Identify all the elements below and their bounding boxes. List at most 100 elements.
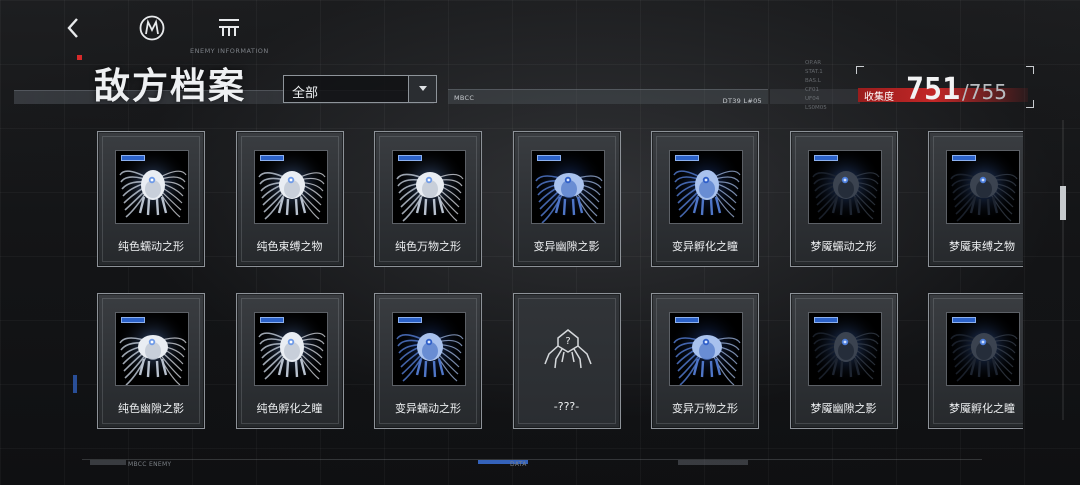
enemy-portrait: [392, 150, 466, 224]
enemy-creature-icon: [393, 313, 465, 385]
enemy-card[interactable]: 梦魇蠕动之形: [789, 131, 898, 267]
collection-label: 收集度: [864, 92, 894, 103]
footer-line: [82, 459, 982, 460]
enemy-name: 变异万物之形: [672, 402, 738, 415]
left-indicator: [73, 375, 77, 393]
rarity-tag: [675, 155, 699, 161]
enemy-card[interactable]: 纯色束缚之物: [235, 131, 344, 267]
menu-button[interactable]: [216, 16, 242, 40]
enemy-card[interactable]: ? -???-: [512, 293, 621, 429]
enemy-name: 纯色万物之形: [395, 240, 461, 253]
enemy-portrait: [669, 150, 743, 224]
rail-label-right: DT39 L#05: [722, 97, 762, 105]
enemy-name: 梦魇蠕动之形: [810, 240, 877, 253]
rarity-tag: [952, 317, 976, 323]
footer-block: [678, 460, 748, 465]
back-button[interactable]: [60, 14, 88, 42]
header-rail-middle: MBCC DT39 L#05: [448, 89, 768, 105]
enemy-creature-icon: [670, 313, 742, 385]
filter-dropdown[interactable]: 全部: [283, 75, 437, 103]
rarity-tag: [813, 155, 838, 161]
rarity-tag: [121, 317, 145, 323]
side-info-row: BAS.L: [805, 78, 821, 84]
enemy-card[interactable]: 变异蠕动之形: [374, 293, 482, 429]
logo-m-icon: [139, 15, 165, 41]
enemy-portrait: [530, 150, 605, 224]
unknown-enemy-icon: ?: [531, 312, 605, 386]
enemy-grid: 纯色蠕动之形 纯色束缚之物 纯色万物之形 变异幽隙之影 变异孵化之瞳 梦魇蠕动之形 梦魇束缚…: [97, 131, 1023, 431]
footer-block: [90, 460, 126, 465]
enemy-card[interactable]: 梦魇孵化之瞳: [928, 293, 1023, 429]
enemy-card[interactable]: 纯色幽隙之影: [97, 293, 205, 429]
enemy-card[interactable]: 梦魇幽隙之影: [789, 293, 898, 429]
unknown-creature-icon: ?: [543, 329, 592, 369]
collection-progress: 收集度 751 /755: [856, 66, 1034, 108]
collection-current: 751: [906, 72, 961, 107]
rarity-tag: [121, 155, 145, 161]
enemy-name: 变异孵化之瞳: [672, 240, 738, 253]
footer-label: MBCC ENEMY: [128, 461, 172, 468]
home-button[interactable]: [138, 14, 166, 42]
dropdown-arrow-icon: [408, 76, 436, 102]
enemy-creature-icon: [116, 313, 188, 385]
enemy-creature-icon: [947, 313, 1019, 385]
side-info-row: CF01: [805, 87, 820, 93]
enemy-name: 纯色幽隙之影: [118, 402, 184, 415]
enemy-portrait: [669, 312, 743, 386]
bracket-corner: [1026, 66, 1034, 74]
rarity-tag: [952, 155, 976, 161]
top-nav: [0, 0, 1080, 60]
enemy-creature-icon: [947, 151, 1019, 223]
enemy-creature-icon: [808, 151, 881, 223]
enemy-card[interactable]: 变异孵化之瞳: [651, 131, 759, 267]
scrollbar-thumb[interactable]: [1060, 186, 1066, 220]
enemy-creature-icon: [531, 151, 604, 223]
bracket-corner: [856, 66, 864, 74]
enemy-name: 梦魇束缚之物: [949, 240, 1015, 253]
rarity-tag: [259, 317, 284, 323]
enemy-portrait: [392, 312, 466, 386]
enemy-creature-icon: [393, 151, 465, 223]
rarity-tag: [813, 317, 838, 323]
rarity-tag: [398, 155, 422, 161]
enemy-portrait: [253, 150, 328, 224]
enemy-name: 纯色孵化之瞳: [256, 402, 323, 415]
enemy-creature-icon: [254, 151, 327, 223]
collection-total: /755: [962, 80, 1007, 104]
page-title: 敌方档案: [94, 65, 247, 107]
page-subtitle: ENEMY INFORMATION: [190, 47, 269, 55]
enemy-portrait: [115, 150, 189, 224]
rarity-tag: [536, 155, 561, 161]
menu-icon: [219, 19, 239, 36]
enemy-creature-icon: [116, 151, 188, 223]
enemy-card[interactable]: 纯色蠕动之形: [97, 131, 205, 267]
enemy-card[interactable]: 变异幽隙之影: [512, 131, 621, 267]
filter-selected-value: 全部: [292, 86, 319, 101]
enemy-name: 梦魇孵化之瞳: [949, 402, 1015, 415]
title-marker: [77, 55, 82, 60]
svg-text:?: ?: [565, 336, 570, 347]
enemy-portrait: [253, 312, 328, 386]
footer-label-data: DATA: [510, 461, 527, 468]
rarity-tag: [398, 317, 422, 323]
rail-label-left: MBCC: [454, 94, 475, 102]
enemy-portrait: [946, 312, 1020, 386]
side-info-row: LS0M05: [805, 105, 827, 111]
chevron-left-icon: [67, 18, 78, 38]
enemy-creature-icon: [254, 313, 327, 385]
enemy-card[interactable]: 纯色孵化之瞳: [235, 293, 344, 429]
enemy-name: 梦魇幽隙之影: [810, 402, 877, 415]
enemy-card[interactable]: 纯色万物之形: [374, 131, 482, 267]
enemy-portrait: [946, 150, 1020, 224]
enemy-card[interactable]: 梦魇束缚之物: [928, 131, 1023, 267]
rarity-tag: [675, 317, 699, 323]
enemy-card[interactable]: 变异万物之形: [651, 293, 759, 429]
enemy-portrait: [807, 312, 882, 386]
rarity-tag: [259, 155, 284, 161]
enemy-name: 变异蠕动之形: [395, 402, 461, 415]
enemy-name: 变异幽隙之影: [533, 240, 600, 253]
enemy-creature-icon: [808, 313, 881, 385]
scroll-track: [1062, 120, 1064, 420]
side-info-row: UF04: [805, 96, 820, 102]
footer-rail: MBCC ENEMY DATA: [82, 454, 982, 470]
